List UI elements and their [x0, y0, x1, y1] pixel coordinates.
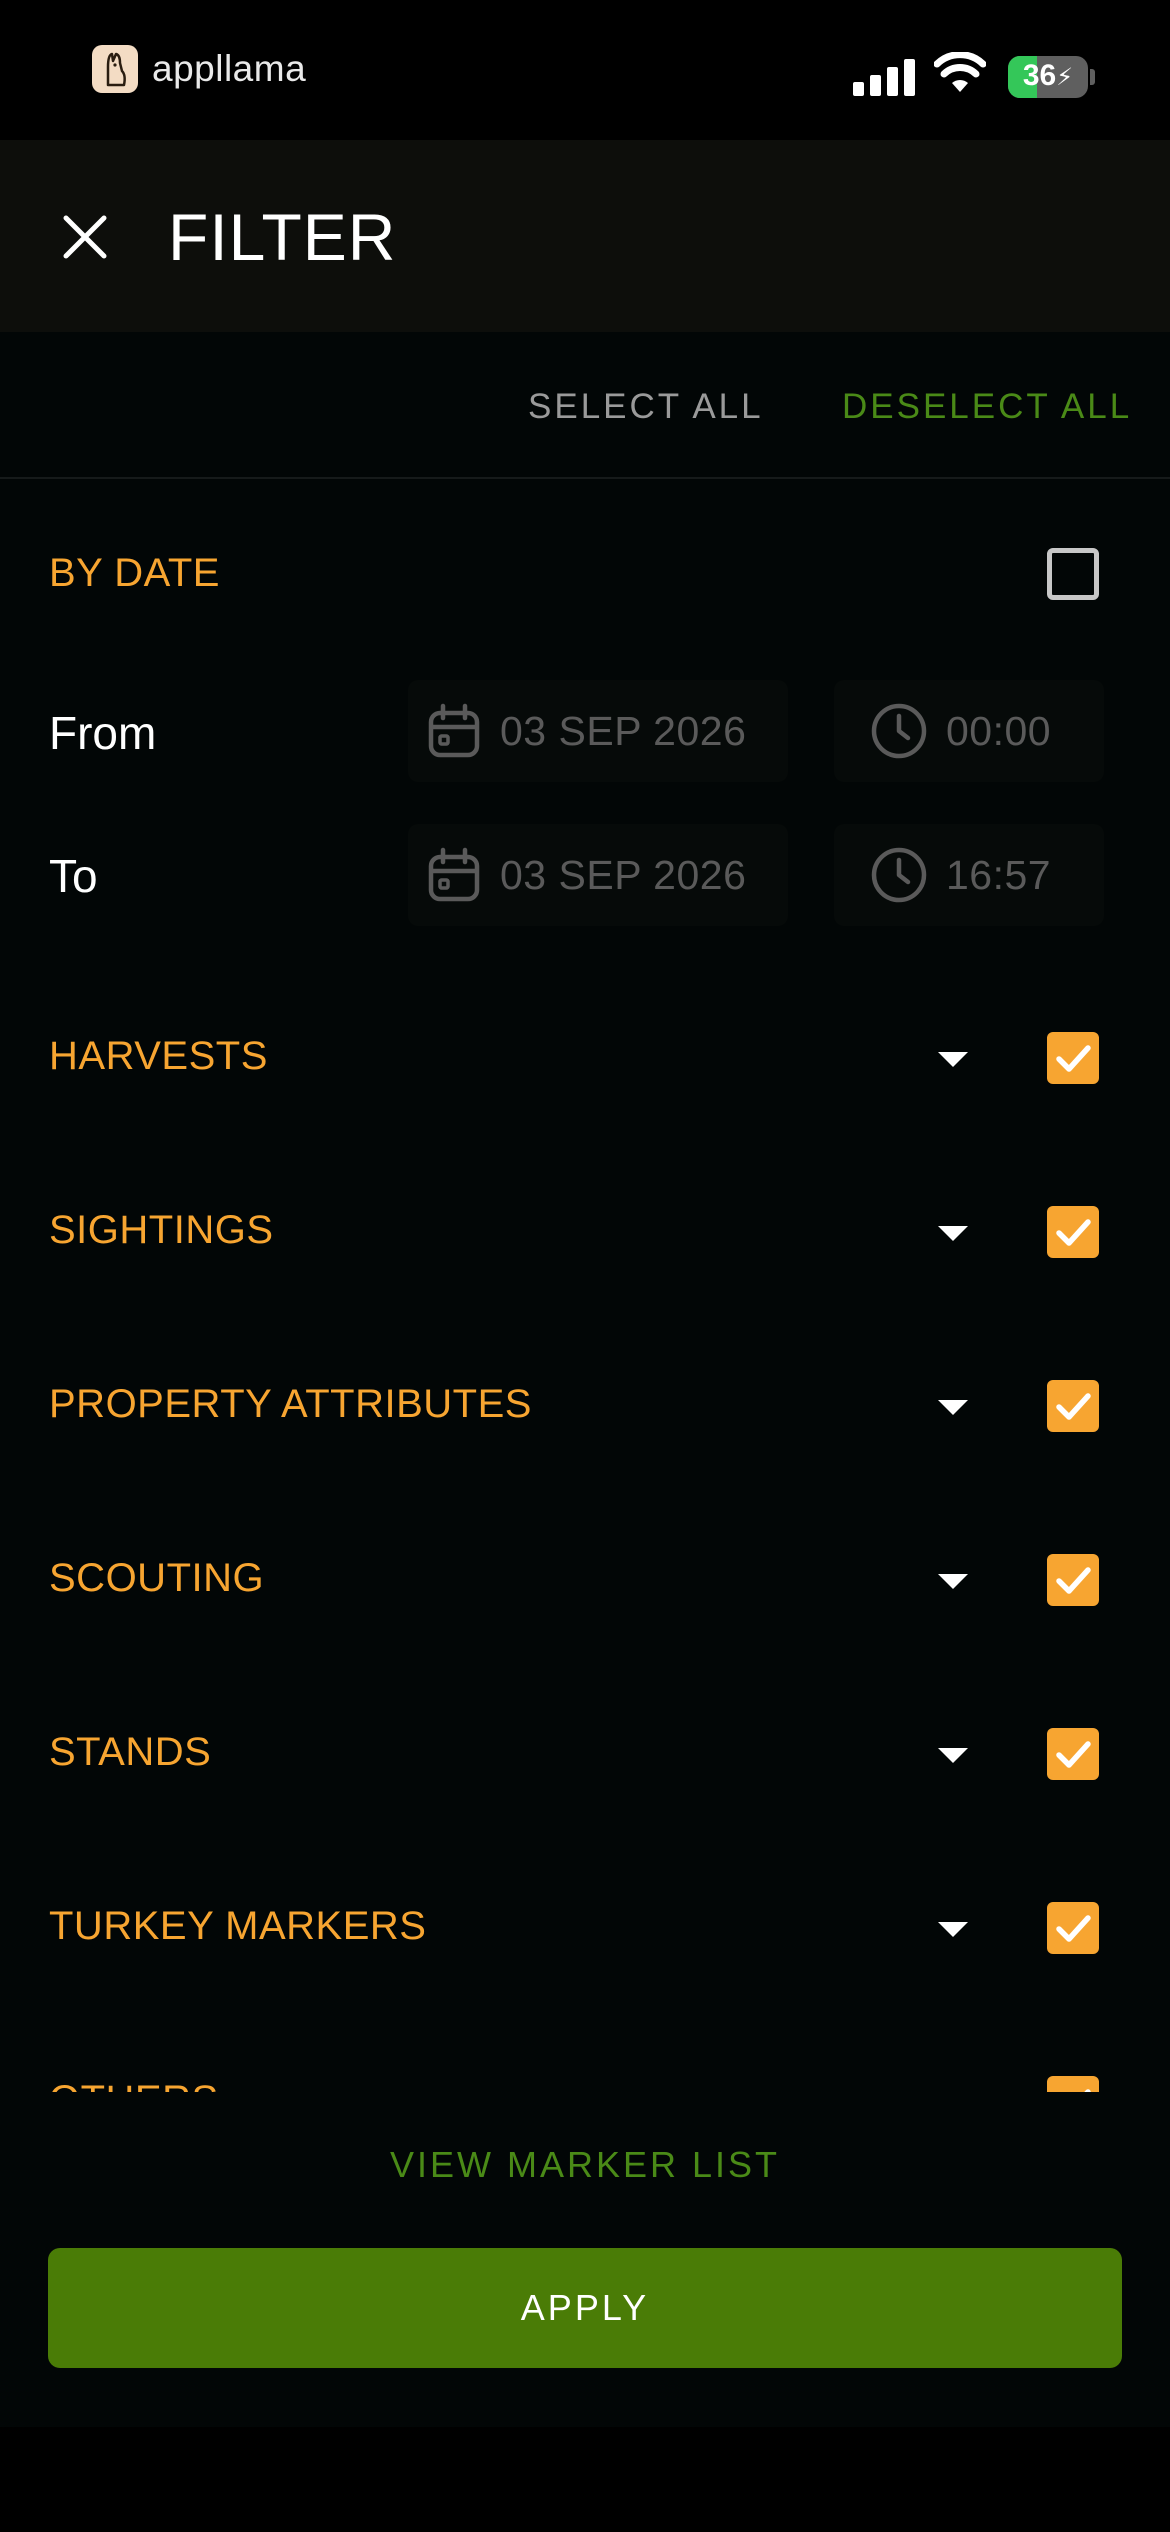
from-date-value: 03 SEP 2026 — [500, 707, 747, 754]
clock-icon — [871, 703, 927, 759]
category-label-property-attributes[interactable]: PROPERTY ATTRIBUTES — [49, 1376, 532, 1432]
category-label-others[interactable]: OTHERS — [49, 2072, 219, 2092]
category-checkbox-stands[interactable] — [1047, 1728, 1099, 1780]
page-title: FILTER — [168, 200, 397, 274]
from-label: From — [49, 707, 157, 759]
calendar-icon — [428, 703, 480, 758]
category-checkbox-harvests[interactable] — [1047, 1032, 1099, 1084]
battery-level: 36 — [1022, 59, 1057, 92]
checkmark-icon — [1056, 1393, 1091, 1420]
view-marker-list-link[interactable]: VIEW MARKER LIST — [0, 2140, 1170, 2190]
apply-button[interactable]: APPLY — [48, 2248, 1122, 2368]
checkmark-icon — [1056, 1219, 1091, 1246]
battery-tip — [1090, 69, 1095, 85]
from-date-field[interactable]: 03 SEP 2026 — [408, 680, 788, 782]
battery-indicator: 36⚡ — [1008, 56, 1088, 98]
category-checkbox-property-attributes[interactable] — [1047, 1380, 1099, 1432]
category-label-scouting[interactable]: SCOUTING — [49, 1550, 264, 1606]
category-label-turkey-markers[interactable]: TURKEY MARKERS — [49, 1898, 426, 1954]
to-time-field[interactable]: 16:57 — [834, 824, 1104, 926]
expand-caret-icon[interactable] — [938, 1400, 968, 1415]
category-label-stands[interactable]: STANDS — [49, 1724, 211, 1780]
close-button[interactable] — [50, 190, 120, 284]
wifi-icon — [933, 51, 987, 99]
expand-caret-icon[interactable] — [938, 1748, 968, 1763]
expand-caret-icon[interactable] — [938, 1226, 968, 1241]
category-checkbox-others[interactable] — [1047, 2076, 1099, 2092]
to-time-value: 16:57 — [946, 851, 1052, 898]
by-date-checkbox[interactable] — [1047, 548, 1099, 600]
to-date-value: 03 SEP 2026 — [500, 851, 747, 898]
to-date-field[interactable]: 03 SEP 2026 — [408, 824, 788, 926]
category-checkbox-sightings[interactable] — [1047, 1206, 1099, 1258]
checkmark-icon — [1056, 1567, 1091, 1594]
expand-caret-icon[interactable] — [938, 1922, 968, 1937]
from-time-value: 00:00 — [946, 707, 1052, 754]
app-brand: appllama — [92, 44, 306, 94]
expand-caret-icon[interactable] — [938, 1052, 968, 1067]
llama-logo-icon — [92, 45, 138, 93]
clock-icon — [871, 847, 927, 903]
checkmark-icon — [1056, 1915, 1091, 1942]
divider — [0, 477, 1170, 479]
cellular-signal-icon — [853, 56, 915, 96]
checkmark-icon — [1056, 1741, 1091, 1768]
category-label-harvests[interactable]: HARVESTS — [49, 1028, 268, 1084]
checkmark-icon — [1056, 1045, 1091, 1072]
charging-bolt-icon: ⚡ — [1056, 64, 1074, 91]
by-date-label: BY DATE — [49, 551, 220, 595]
expand-caret-icon[interactable] — [938, 1574, 968, 1589]
category-list-clip: OTHERS — [0, 2000, 1170, 2092]
category-checkbox-turkey-markers[interactable] — [1047, 1902, 1099, 1954]
category-label-sightings[interactable]: SIGHTINGS — [49, 1202, 274, 1258]
checkmark-icon — [1084, 2089, 1091, 2092]
from-time-field[interactable]: 00:00 — [834, 680, 1104, 782]
to-label: To — [49, 850, 98, 902]
category-checkbox-scouting[interactable] — [1047, 1554, 1099, 1606]
select-all-button[interactable]: SELECT ALL — [528, 378, 764, 436]
brand-name: appllama — [152, 48, 307, 89]
close-icon — [63, 215, 107, 259]
deselect-all-button[interactable]: DESELECT ALL — [842, 378, 1132, 436]
calendar-icon — [428, 847, 480, 902]
